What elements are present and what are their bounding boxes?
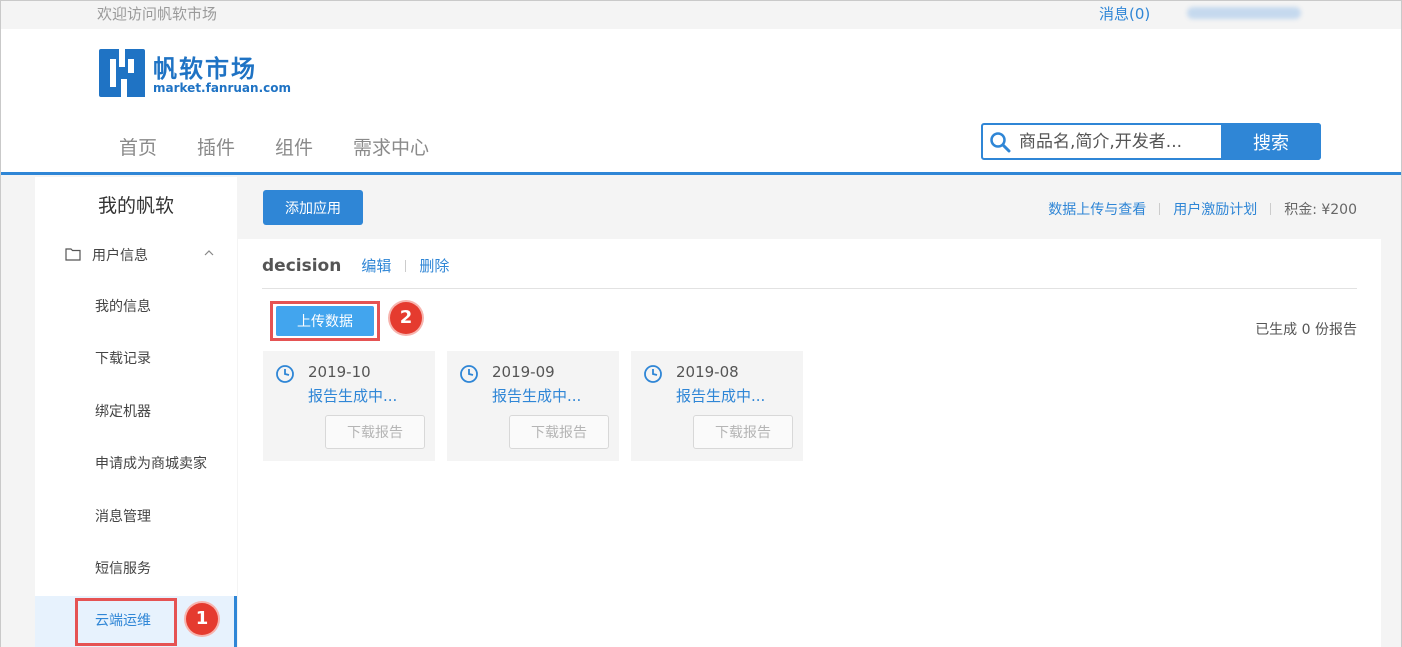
- report-status: 报告生成中...: [676, 387, 766, 405]
- search-input[interactable]: [1019, 129, 1219, 155]
- report-card: 2019-09 报告生成中... 下载报告: [447, 351, 619, 461]
- top-bar: 欢迎访问帆软市场 消息(0): [1, 1, 1401, 29]
- search-icon: [990, 132, 1011, 153]
- logo-icon: [99, 49, 145, 97]
- sidebar-item-sms-service[interactable]: 短信服务: [35, 544, 237, 594]
- highlight-box-cloud-ops: [75, 598, 177, 646]
- points-balance: 积金: ¥200: [1284, 202, 1357, 218]
- report-status: 报告生成中...: [492, 387, 582, 405]
- search-button[interactable]: 搜索: [1221, 123, 1321, 160]
- step-badge-1: 1: [186, 603, 218, 635]
- report-card: 2019-10 报告生成中... 下载报告: [263, 351, 435, 461]
- user-incentive-link[interactable]: 用户激励计划: [1173, 199, 1257, 219]
- app-row: decision 编辑 删除: [262, 255, 449, 277]
- sidebar-item-message-management[interactable]: 消息管理: [35, 492, 237, 542]
- step-badge-2: 2: [390, 302, 422, 334]
- nav-home[interactable]: 首页: [119, 133, 157, 160]
- separator: [1270, 203, 1272, 215]
- sidebar-group-user-info[interactable]: 用户信息: [65, 245, 215, 265]
- nav-components[interactable]: 组件: [275, 133, 313, 160]
- nav-demand-center[interactable]: 需求中心: [353, 133, 429, 160]
- search-box: 搜索: [981, 123, 1321, 160]
- edit-link[interactable]: 编辑: [361, 255, 391, 276]
- sidebar-item-become-seller[interactable]: 申请成为商城卖家: [35, 439, 237, 489]
- sidebar-group-label: 用户信息: [92, 248, 148, 264]
- folder-icon: [65, 248, 81, 261]
- report-date: 2019-09: [492, 363, 555, 381]
- separator: [405, 260, 407, 272]
- logo-title: 帆软市场: [153, 55, 257, 83]
- highlight-box-upload: [270, 301, 380, 341]
- report-date: 2019-08: [676, 363, 739, 381]
- main-header: 添加应用 数据上传与查看 用户激励计划 积金: ¥200: [238, 177, 1381, 239]
- nav-plugins[interactable]: 插件: [197, 133, 235, 160]
- generated-report-count: 已生成 0 份报告: [1255, 322, 1357, 338]
- clock-icon: [276, 365, 294, 383]
- download-report-button[interactable]: 下载报告: [325, 415, 425, 449]
- logo-subtitle: market.fanruan.com: [153, 81, 291, 95]
- chevron-up-icon: [204, 250, 214, 256]
- report-date: 2019-10: [308, 363, 371, 381]
- data-upload-view-link[interactable]: 数据上传与查看: [1048, 199, 1146, 219]
- report-status: 报告生成中...: [308, 387, 398, 405]
- sidebar-item-bind-machine[interactable]: 绑定机器: [35, 387, 237, 437]
- username-blurred[interactable]: [1187, 7, 1301, 19]
- main-nav: 首页 插件 组件 需求中心: [119, 133, 429, 160]
- sidebar: 我的帆软 用户信息 我的信息 下载记录 绑定机器 申请成为商城卖家 消息管理 短…: [35, 177, 237, 647]
- messages-link[interactable]: 消息(0): [1099, 3, 1150, 24]
- site-logo[interactable]: 帆软市场 market.fanruan.com: [97, 47, 291, 101]
- sidebar-item-download-records[interactable]: 下载记录: [35, 334, 237, 384]
- header-links: 数据上传与查看 用户激励计划 积金: ¥200: [1048, 199, 1357, 219]
- sidebar-title: 我的帆软: [97, 195, 174, 217]
- clock-icon: [460, 365, 478, 383]
- report-cards: 2019-10 报告生成中... 下载报告 2019-09 报告生成中... 下…: [263, 351, 803, 461]
- content-divider: [262, 288, 1357, 289]
- report-card: 2019-08 报告生成中... 下载报告: [631, 351, 803, 461]
- add-app-button[interactable]: 添加应用: [263, 190, 363, 225]
- delete-link[interactable]: 删除: [419, 255, 449, 276]
- clock-icon: [644, 365, 662, 383]
- sidebar-item-my-info[interactable]: 我的信息: [35, 282, 237, 332]
- separator: [1159, 203, 1161, 215]
- download-report-button[interactable]: 下载报告: [509, 415, 609, 449]
- main-panel: 添加应用 数据上传与查看 用户激励计划 积金: ¥200 decision 编辑…: [238, 177, 1381, 647]
- app-name: decision: [262, 256, 342, 276]
- welcome-text: 欢迎访问帆软市场: [97, 5, 218, 23]
- download-report-button[interactable]: 下载报告: [693, 415, 793, 449]
